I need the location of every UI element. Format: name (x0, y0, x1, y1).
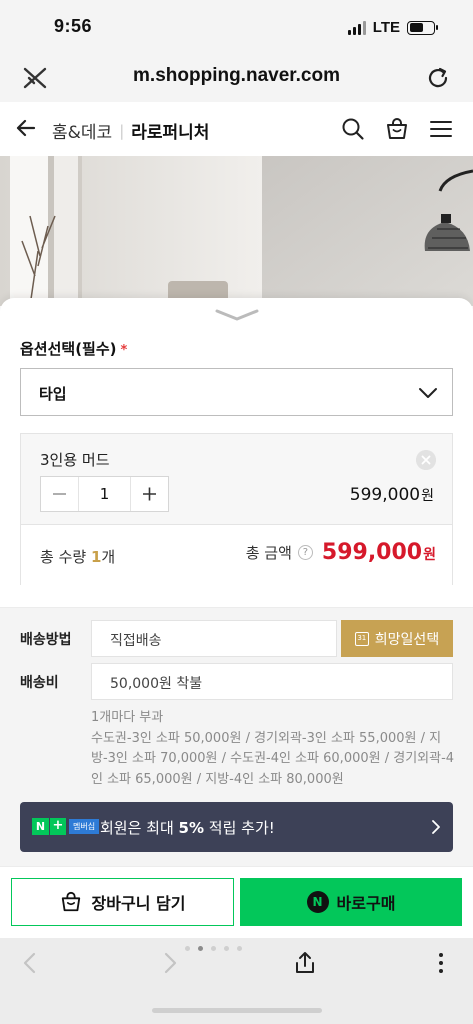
browser-toolbar (0, 938, 473, 1024)
add-to-cart-label: 장바구니 담기 (91, 894, 186, 913)
selected-item: 3인용 머드 1 599,000원 총 수량 1개 총 금액 ? 599,000… (20, 433, 453, 585)
type-select-value: 타입 (39, 385, 67, 403)
buy-now-label: 바로구매 (336, 894, 396, 913)
shipping-note-detail: 수도권-3인 소파 50,000원 / 경기외곽-3인 소파 55,000원 /… (91, 730, 455, 787)
decrease-button[interactable] (41, 477, 78, 511)
status-bar: 9:56 LTE (0, 0, 473, 56)
hope-date-label: 희망일선택 (374, 631, 440, 648)
store-name[interactable]: 라로퍼니처 (131, 118, 209, 143)
menu-icon[interactable] (429, 117, 453, 141)
total-quantity-label: 총 수량 (40, 548, 87, 566)
total-price-label: 총 금액 (245, 544, 292, 562)
total-quantity: 총 수량 1개 (40, 546, 115, 567)
shopping-bag-icon (61, 891, 80, 912)
calendar-icon: 31 (354, 631, 369, 646)
shopping-bag-icon[interactable] (385, 117, 409, 141)
membership-banner[interactable]: N + 멤버십 회원은 최대 5% 적립 추가! (20, 802, 453, 852)
membership-text-suffix: 적립 추가! (204, 819, 275, 837)
increase-button[interactable] (131, 477, 168, 511)
option-title-text: 옵션선택(필수) (20, 340, 117, 358)
option-sheet: 옵션선택(필수) * 타입 3인용 머드 1 599,000원 총 수량 1개 … (0, 298, 473, 938)
breadcrumb-separator: | (119, 121, 125, 140)
item-price-currency: 원 (421, 488, 434, 504)
remove-item-icon[interactable] (416, 450, 436, 470)
browser-forward-icon[interactable] (156, 950, 182, 976)
signal-icon (347, 20, 366, 35)
shipping-fee-field: 50,000원 착불 (91, 663, 453, 700)
shipping-method-field: 직접배송 (91, 620, 337, 657)
required-mark: * (120, 343, 128, 358)
home-indicator[interactable] (152, 1008, 322, 1013)
item-price: 599,000원 (350, 485, 434, 505)
battery-icon (407, 20, 438, 35)
naver-pay-icon: N (306, 891, 329, 913)
item-name: 3인용 머드 (40, 451, 110, 469)
total-row: 총 수량 1개 총 금액 ? 599,000원 (21, 525, 452, 585)
purchase-actions: 장바구니 담기 N 바로구매 (0, 866, 473, 938)
shipping-fee-label: 배송비 (20, 675, 59, 691)
product-image (0, 156, 473, 306)
type-select[interactable]: 타입 (20, 368, 453, 416)
page-dots (185, 946, 242, 951)
total-amount: 총 금액 ? 599,000원 (246, 540, 436, 565)
site-header: 홈&데코 | 라로퍼니처 (0, 102, 473, 156)
membership-text-prefix: 회원은 최대 (100, 819, 179, 837)
search-icon[interactable] (341, 117, 365, 141)
item-price-value: 599,000 (349, 485, 421, 505)
product-photo (0, 156, 473, 306)
buy-now-button[interactable]: N 바로구매 (240, 878, 462, 926)
naver-n-icon: N (32, 818, 49, 835)
help-icon[interactable]: ? (297, 545, 313, 560)
total-price-currency: 원 (423, 547, 436, 563)
shipping-note-line: 1개마다 부과 (91, 710, 164, 725)
chevron-down-icon (419, 388, 437, 398)
total-price: 599,000원 (322, 540, 436, 565)
plus-badge-icon: + (49, 818, 66, 835)
reload-icon[interactable] (425, 65, 451, 91)
quantity-value[interactable]: 1 (78, 477, 131, 511)
option-title: 옵션선택(필수) * (20, 338, 127, 359)
total-quantity-count: 1 (90, 548, 102, 566)
total-price-value: 599,000 (321, 540, 423, 565)
status-indicators: LTE (347, 19, 438, 36)
total-quantity-unit: 개 (101, 548, 116, 566)
shipping-method-label: 배송방법 (20, 632, 72, 648)
add-to-cart-button[interactable]: 장바구니 담기 (11, 878, 234, 926)
url-bar: m.shopping.naver.com (0, 56, 473, 100)
browser-back-icon[interactable] (18, 950, 44, 976)
shipping-note: 1개마다 부과 수도권-3인 소파 50,000원 / 경기외곽-3인 소파 5… (91, 708, 457, 790)
share-icon[interactable] (292, 950, 318, 976)
breadcrumb: 홈&데코 | 라로퍼니처 (52, 118, 209, 144)
hope-date-button[interactable]: 31 희망일선택 (341, 620, 453, 657)
plus-icon (143, 487, 156, 501)
quantity-stepper: 1 (40, 476, 169, 512)
minus-icon (53, 493, 66, 495)
collapse-handle-icon[interactable] (214, 308, 260, 322)
back-arrow-icon[interactable] (14, 116, 38, 140)
status-time: 9:56 (54, 16, 93, 36)
membership-text: 회원은 최대 5% 적립 추가! (100, 817, 275, 838)
browser-top-chrome: 9:56 LTE m.shopping.naver.com (0, 0, 473, 102)
network-label: LTE (372, 19, 400, 36)
membership-rate: 5% (178, 819, 205, 837)
chevron-right-icon (432, 820, 440, 834)
more-options-icon[interactable] (428, 950, 454, 976)
url-text[interactable]: m.shopping.naver.com (0, 65, 473, 87)
naver-plus-badge: N + 멤버십 (32, 818, 100, 835)
membership-badge-text: 멤버십 (69, 819, 100, 834)
breadcrumb-category[interactable]: 홈&데코 (52, 118, 112, 143)
